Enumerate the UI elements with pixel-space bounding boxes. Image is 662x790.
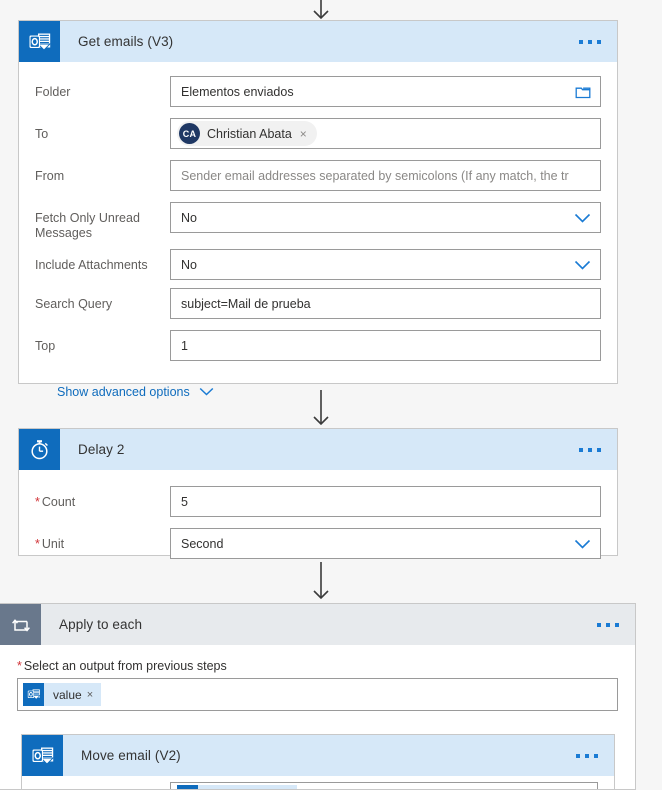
- field-row-include-attachments: Include Attachments No: [35, 249, 601, 280]
- chevron-down-icon: [199, 385, 214, 399]
- card-title-move-email: Move email (V2): [81, 748, 181, 763]
- close-icon[interactable]: ×: [87, 689, 101, 701]
- show-advanced-options-link[interactable]: Show advanced options: [57, 385, 214, 399]
- field-row-to: To CA Christian Abata ×: [35, 118, 601, 149]
- action-card-move-email[interactable]: Move email (V2): [21, 734, 615, 789]
- chevron-down-icon[interactable]: [574, 212, 591, 223]
- count-value: 5: [181, 494, 188, 509]
- select-output-label-text: Select an output from previous steps: [23, 659, 227, 673]
- unit-label-text: Unit: [41, 537, 65, 551]
- top-input[interactable]: 1: [170, 330, 601, 361]
- search-query-input[interactable]: subject=Mail de prueba: [170, 288, 601, 319]
- action-card-get-emails[interactable]: Get emails (V3) Folder Elementos enviado…: [18, 20, 618, 399]
- person-chip[interactable]: CA Christian Abata ×: [177, 121, 317, 146]
- field-row-search-query: Search Query subject=Mail de prueba: [35, 288, 601, 319]
- connector-arrow-get-emails-to-delay: [301, 390, 341, 428]
- stopwatch-icon: [19, 429, 60, 470]
- arrow-down-icon: [313, 562, 329, 600]
- connector-arrow-delay-to-loop: [301, 562, 341, 602]
- required-asterisk: *: [35, 537, 40, 551]
- fetch-unread-dropdown[interactable]: No: [170, 202, 601, 233]
- top-value: 1: [181, 338, 188, 353]
- flow-designer-canvas: Get emails (V3) Folder Elementos enviado…: [0, 0, 662, 790]
- card-header-delay[interactable]: Delay 2: [19, 429, 617, 470]
- card-header-move-email[interactable]: Move email (V2): [22, 735, 614, 776]
- field-row-fetch-unread: Fetch Only Unread Messages No: [35, 202, 601, 241]
- folder-value: Elementos enviados: [181, 84, 294, 99]
- select-output-label: * Select an output from previous steps: [17, 659, 618, 673]
- outlook-icon: [22, 735, 63, 776]
- folder-picker-icon[interactable]: [575, 85, 591, 99]
- more-commands-ellipsis-move-email[interactable]: [568, 753, 614, 758]
- field-label-from: From: [35, 169, 65, 183]
- card-title-get-emails: Get emails (V3): [78, 34, 174, 49]
- count-input[interactable]: 5: [170, 486, 601, 517]
- show-advanced-options-label: Show advanced options: [57, 385, 190, 399]
- field-row-from: From Sender email addresses separated by…: [35, 160, 601, 191]
- scope-card-apply-to-each[interactable]: Apply to each * Select an output from pre…: [0, 603, 636, 790]
- select-output-input[interactable]: value ×: [17, 678, 618, 711]
- folder-input[interactable]: Elementos enviados: [170, 76, 601, 107]
- chevron-down-icon[interactable]: [574, 259, 591, 270]
- more-commands-ellipsis-get-emails[interactable]: [571, 39, 617, 44]
- more-commands-ellipsis-delay[interactable]: [571, 447, 617, 452]
- card-header-get-emails[interactable]: Get emails (V3): [19, 21, 617, 62]
- required-asterisk: *: [17, 659, 22, 673]
- move-email-field-partial[interactable]: [170, 782, 598, 789]
- card-header-apply-to-each[interactable]: Apply to each: [0, 604, 635, 645]
- include-attachments-dropdown[interactable]: No: [170, 249, 601, 280]
- loop-icon: [0, 604, 41, 645]
- fetch-unread-value: No: [181, 210, 197, 225]
- token-label: value: [53, 687, 82, 702]
- outlook-icon: [23, 683, 44, 706]
- field-label-include-attachments: Include Attachments: [35, 258, 148, 272]
- field-row-unit: * Unit Second: [35, 528, 601, 559]
- unit-value: Second: [181, 536, 224, 551]
- avatar: CA: [179, 123, 200, 144]
- include-attachments-value: No: [181, 257, 197, 272]
- field-row-count: * Count 5: [35, 486, 601, 517]
- unit-dropdown[interactable]: Second: [170, 528, 601, 559]
- from-placeholder: Sender email addresses separated by semi…: [181, 168, 569, 183]
- more-commands-ellipsis-apply-to-each[interactable]: [589, 622, 635, 627]
- outlook-icon: [19, 21, 60, 62]
- field-label-to: To: [35, 127, 49, 141]
- field-label-top: Top: [35, 339, 56, 353]
- field-label-fetch-unread: Fetch Only Unread Messages: [35, 211, 140, 240]
- field-row-top: Top 1: [35, 330, 601, 361]
- required-asterisk: *: [35, 495, 40, 509]
- to-people-picker[interactable]: CA Christian Abata ×: [170, 118, 601, 149]
- dynamic-content-token-value[interactable]: value ×: [23, 683, 102, 706]
- arrow-down-icon: [313, 390, 329, 426]
- card-title-apply-to-each: Apply to each: [59, 617, 143, 632]
- connector-arrow-top: [301, 0, 341, 22]
- field-label-unit: * Unit: [35, 528, 170, 552]
- person-chip-name: Christian Abata: [207, 126, 292, 141]
- scope-body-apply-to-each: * Select an output from previous steps v…: [0, 645, 635, 711]
- field-label-search-query: Search Query: [35, 297, 113, 311]
- arrow-down-icon: [313, 0, 329, 20]
- close-icon[interactable]: ×: [300, 127, 315, 141]
- card-body-get-emails: Folder Elementos enviados To CA Christia…: [19, 62, 617, 413]
- chevron-down-icon[interactable]: [574, 538, 591, 549]
- search-query-value: subject=Mail de prueba: [181, 296, 311, 311]
- dynamic-content-token-partial: [177, 785, 297, 789]
- card-title-delay: Delay 2: [78, 442, 125, 457]
- field-label-folder: Folder: [35, 85, 71, 99]
- field-row-folder: Folder Elementos enviados: [35, 76, 601, 107]
- action-card-delay[interactable]: Delay 2 * Count 5 * Unit Second: [18, 428, 618, 559]
- move-email-body-partial: [22, 776, 614, 789]
- from-input[interactable]: Sender email addresses separated by semi…: [170, 160, 601, 191]
- count-label-text: Count: [41, 495, 76, 509]
- field-label-count: * Count: [35, 486, 170, 510]
